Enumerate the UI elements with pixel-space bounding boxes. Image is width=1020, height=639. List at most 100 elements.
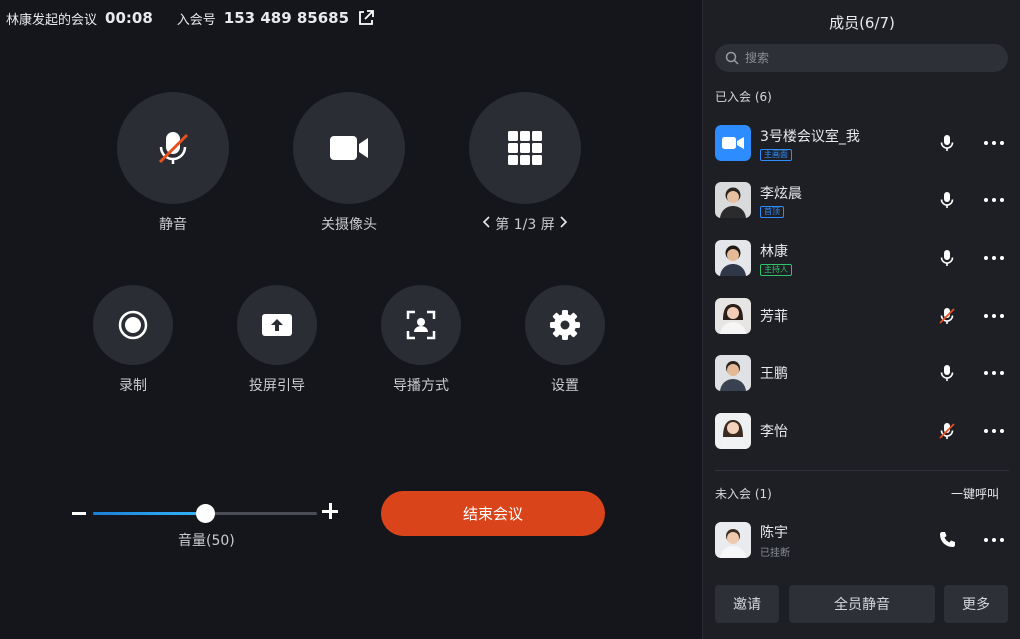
- page-control[interactable]: 第 1/3 屏: [469, 92, 581, 234]
- member-name: 李炫晨: [760, 185, 802, 202]
- video-camera-icon: [330, 136, 368, 160]
- avatar: [715, 125, 751, 161]
- invite-button[interactable]: 邀请: [715, 585, 779, 623]
- more-options-icon[interactable]: [981, 190, 1007, 210]
- record-button[interactable]: [93, 285, 173, 365]
- meeting-host-title: 林康发起的会议: [6, 12, 98, 28]
- screen-guide-control[interactable]: 投屏引导: [237, 285, 317, 395]
- page-indicator: 第 1/3 屏: [482, 214, 567, 234]
- volume-down-icon[interactable]: [72, 512, 86, 515]
- member-name: 芳菲: [760, 309, 788, 325]
- more-button[interactable]: 更多: [944, 585, 1008, 623]
- director-control[interactable]: 导播方式: [381, 285, 461, 395]
- member-name: 李怡: [760, 424, 788, 440]
- mic-icon[interactable]: [937, 190, 957, 210]
- focus-person-icon: [406, 310, 436, 340]
- mic-off-icon: [939, 308, 955, 324]
- volume-up-icon[interactable]: [322, 503, 338, 519]
- volume-slider-handle[interactable]: [196, 504, 215, 523]
- more-options-icon[interactable]: [981, 133, 1007, 153]
- not-joined-section-title: 未入会 (1): [715, 487, 772, 501]
- call-all-button[interactable]: 一键呼叫: [951, 485, 999, 502]
- volume-control: 音量(50): [72, 500, 342, 550]
- chevron-left-icon[interactable]: [482, 216, 490, 232]
- mic-off-icon[interactable]: [937, 306, 957, 326]
- list-item[interactable]: 李怡: [715, 413, 1015, 449]
- mic-off-icon: [158, 132, 189, 164]
- list-item[interactable]: 林康 主持人: [715, 240, 1015, 276]
- screen-guide-label: 投屏引导: [249, 378, 305, 394]
- director-label: 导播方式: [393, 378, 449, 394]
- section-divider: [715, 470, 1009, 471]
- mute-button[interactable]: [117, 92, 229, 204]
- mic-icon: [940, 250, 954, 266]
- more-options-icon[interactable]: [981, 421, 1007, 441]
- screen-share-icon: [262, 314, 292, 336]
- settings-control[interactable]: 设置: [525, 285, 605, 395]
- mic-icon[interactable]: [937, 133, 957, 153]
- mic-icon: [940, 135, 954, 151]
- mic-off-icon[interactable]: [937, 421, 957, 441]
- meeting-control-panel: 林康发起的会议 00:08 入会号 153 489 85685 静音 关摄像头: [0, 0, 702, 639]
- search-icon: [725, 51, 739, 65]
- list-item[interactable]: 3号楼会议室_我主画面: [715, 125, 1015, 161]
- list-item[interactable]: 陈宇 已挂断: [715, 522, 1015, 559]
- settings-label: 设置: [551, 378, 579, 394]
- member-name: 陈宇: [760, 524, 788, 541]
- mic-off-icon: [939, 423, 955, 439]
- more-options-icon[interactable]: [981, 306, 1007, 326]
- share-link-icon[interactable]: [357, 9, 375, 27]
- members-panel: 成员(6/7) 已入会 (6) 3号楼会议室_我主画面李炫晨首顶林康主持人芳菲王…: [702, 0, 1020, 639]
- chevron-right-icon[interactable]: [560, 216, 568, 232]
- mic-icon: [940, 365, 954, 381]
- volume-slider-fill: [93, 512, 205, 515]
- camera-off-label: 关摄像头: [321, 217, 377, 233]
- mic-icon[interactable]: [937, 248, 957, 268]
- more-options-icon[interactable]: [981, 530, 1007, 550]
- meeting-id: 153 489 85685: [223, 9, 350, 27]
- mute-control[interactable]: 静音: [117, 92, 229, 234]
- screen-guide-button[interactable]: [237, 285, 317, 365]
- member-role-badge: 首顶: [760, 205, 784, 218]
- more-options-icon[interactable]: [981, 248, 1007, 268]
- joined-section-title: 已入会 (6): [715, 90, 772, 104]
- list-item[interactable]: 王鹏: [715, 355, 1015, 391]
- grid-view-button[interactable]: [469, 92, 581, 204]
- settings-button[interactable]: [525, 285, 605, 365]
- volume-label: 音量(50): [178, 533, 235, 549]
- more-options-icon[interactable]: [981, 363, 1007, 383]
- meeting-id-label: 入会号: [176, 12, 216, 28]
- record-label: 录制: [119, 378, 147, 394]
- phone-icon[interactable]: [937, 530, 957, 550]
- member-name: 林康: [760, 243, 788, 260]
- meeting-timer: 00:08: [105, 9, 153, 27]
- member-search-box[interactable]: [715, 44, 1008, 72]
- camera-off-button[interactable]: [293, 92, 405, 204]
- mic-icon[interactable]: [937, 363, 957, 383]
- avatar: [715, 298, 751, 334]
- member-role-badge: 主画面: [760, 148, 792, 161]
- director-button[interactable]: [381, 285, 461, 365]
- mute-label: 静音: [159, 217, 187, 233]
- member-role-badge: 主持人: [760, 263, 792, 276]
- members-panel-title: 成员(6/7): [829, 14, 895, 32]
- avatar: [715, 182, 751, 218]
- record-control[interactable]: 录制: [93, 285, 173, 395]
- list-item[interactable]: 芳菲: [715, 298, 1015, 334]
- camera-control[interactable]: 关摄像头: [293, 92, 405, 234]
- member-name: 3号楼会议室_我: [760, 128, 860, 145]
- gear-icon: [550, 310, 580, 340]
- page-label: 第 1/3 屏: [495, 217, 555, 233]
- end-meeting-button[interactable]: 结束会议: [381, 491, 605, 536]
- avatar: [715, 355, 751, 391]
- mute-all-button[interactable]: 全员静音: [789, 585, 935, 623]
- volume-slider[interactable]: [93, 504, 317, 523]
- member-search-input[interactable]: [745, 51, 985, 65]
- avatar: [715, 522, 751, 558]
- meeting-topbar: 林康发起的会议 00:08 入会号 153 489 85685: [6, 8, 375, 28]
- avatar: [715, 240, 751, 276]
- list-item[interactable]: 李炫晨 首顶: [715, 182, 1015, 218]
- avatar: [715, 413, 751, 449]
- member-status: 已挂断: [760, 547, 790, 559]
- grid-icon: [508, 131, 542, 165]
